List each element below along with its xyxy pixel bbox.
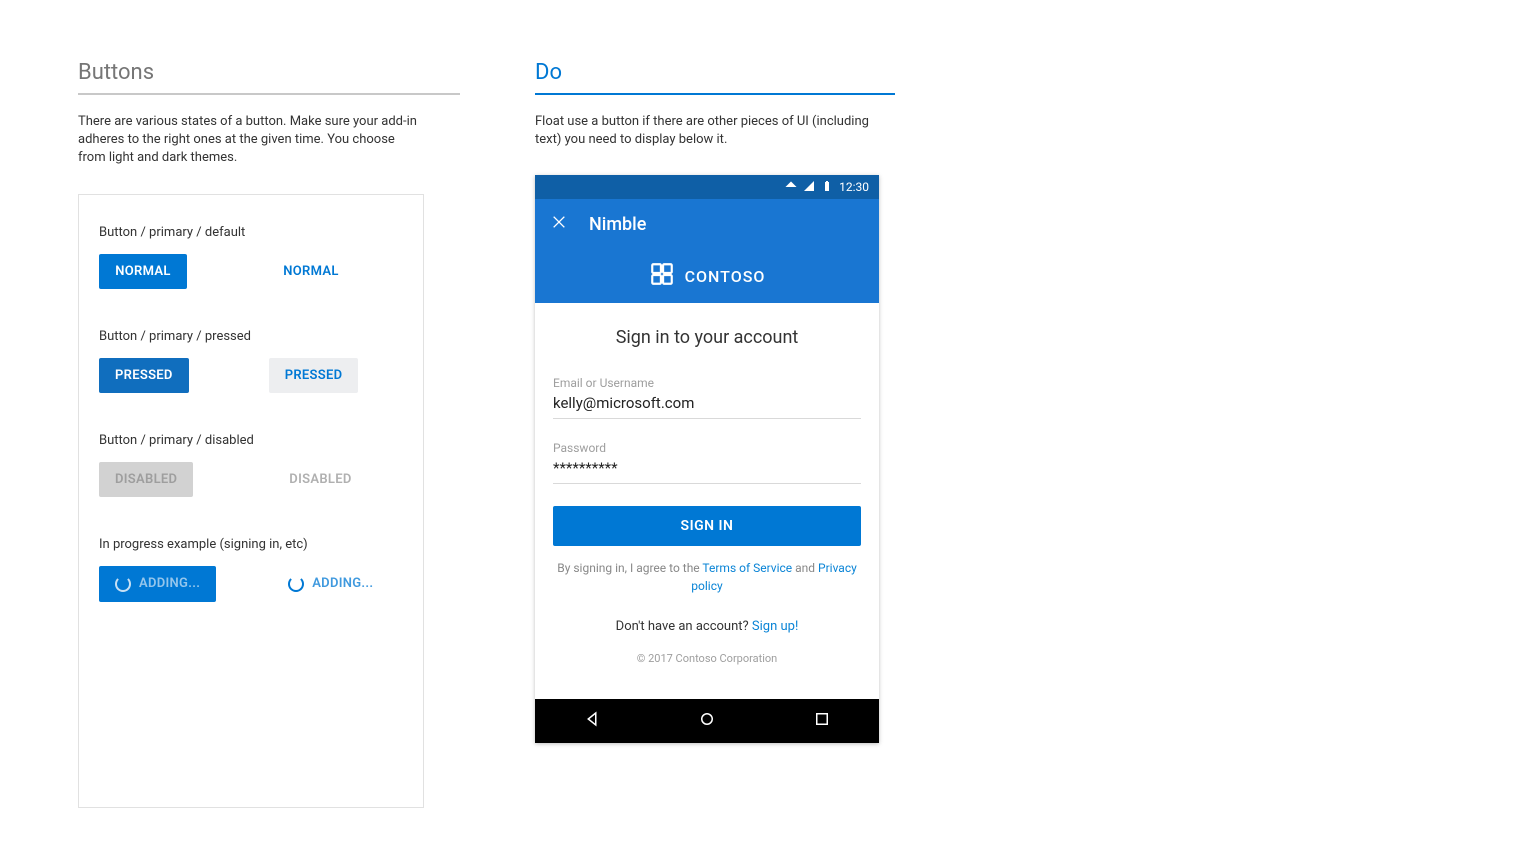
email-label: Email or Username xyxy=(553,376,861,390)
wifi-icon xyxy=(785,180,797,195)
buttons-heading: Buttons xyxy=(78,60,460,95)
password-value: ********** xyxy=(553,459,861,477)
spinner-icon xyxy=(288,576,304,592)
android-statusbar: 12:30 xyxy=(535,175,879,199)
brand-bar: CONTOSO xyxy=(535,249,879,303)
loading-filled-button: ADDING... xyxy=(99,566,216,602)
nav-recent-icon[interactable] xyxy=(813,710,831,732)
battery-icon xyxy=(821,180,833,195)
terms-link[interactable]: Terms of Service xyxy=(702,561,792,575)
form-title: Sign in to your account xyxy=(553,327,861,348)
status-time: 12:30 xyxy=(839,180,869,194)
no-account-text: Don't have an account? Sign up! xyxy=(553,619,861,634)
signin-button[interactable]: SIGN IN xyxy=(553,506,861,546)
password-field[interactable]: Password ********** xyxy=(553,441,861,484)
password-label: Password xyxy=(553,441,861,455)
email-field[interactable]: Email or Username kelly@microsoft.com xyxy=(553,376,861,419)
email-value: kelly@microsoft.com xyxy=(553,394,861,412)
button-states-card: Button / primary / default NORMAL NORMAL… xyxy=(78,194,424,808)
spinner-icon xyxy=(115,576,131,592)
do-desc: Float use a button if there are other pi… xyxy=(535,113,875,149)
agreement-text: By signing in, I agree to the Terms of S… xyxy=(553,560,861,595)
contoso-logo-icon xyxy=(649,261,675,291)
android-navbar xyxy=(535,699,879,743)
normal-filled-button[interactable]: NORMAL xyxy=(99,254,187,289)
copyright: © 2017 Contoso Corporation xyxy=(553,652,861,665)
disabled-text-button: DISABLED xyxy=(273,462,367,497)
state-label-disabled: Button / primary / disabled xyxy=(99,433,403,448)
state-label-default: Button / primary / default xyxy=(99,225,403,240)
disabled-filled-button: DISABLED xyxy=(99,462,193,497)
loading-text-button: ADDING... xyxy=(272,566,389,602)
nav-back-icon[interactable] xyxy=(583,710,601,732)
state-label-pressed: Button / primary / pressed xyxy=(99,329,403,344)
brand-name: CONTOSO xyxy=(685,267,766,286)
phone-mockup: 12:30 Nimble CONTOSO Sign in to your xyxy=(535,175,879,743)
pressed-filled-button[interactable]: PRESSED xyxy=(99,358,189,393)
close-icon[interactable] xyxy=(551,214,567,234)
nav-home-icon[interactable] xyxy=(698,710,716,732)
normal-text-button[interactable]: NORMAL xyxy=(267,254,355,289)
signal-icon xyxy=(803,180,815,195)
do-heading: Do xyxy=(535,60,895,95)
buttons-desc: There are various states of a button. Ma… xyxy=(78,113,418,168)
state-label-loading: In progress example (signing in, etc) xyxy=(99,537,403,552)
signup-link[interactable]: Sign up! xyxy=(752,619,798,634)
pressed-text-button[interactable]: PRESSED xyxy=(269,358,359,393)
app-bar: Nimble xyxy=(535,199,879,249)
app-title: Nimble xyxy=(589,214,646,235)
